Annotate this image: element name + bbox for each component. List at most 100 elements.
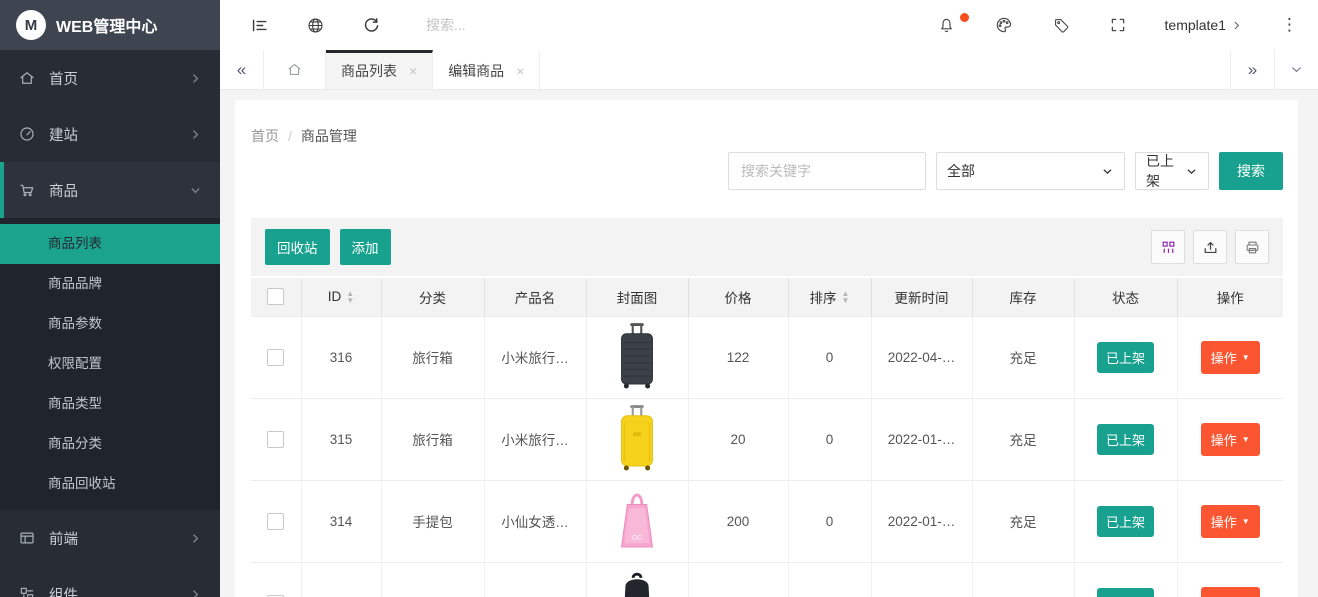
chevron-down-icon bbox=[1185, 165, 1198, 178]
search-button[interactable]: 搜索 bbox=[1219, 152, 1283, 190]
global-search-input[interactable] bbox=[426, 17, 646, 33]
cell-id: 313 bbox=[301, 562, 381, 597]
cell-product-name: 小背包 bbox=[484, 562, 586, 597]
caret-down-icon: ▼ bbox=[1242, 435, 1250, 444]
product-image bbox=[606, 320, 668, 392]
add-button[interactable]: 添加 bbox=[340, 229, 391, 265]
cell-updated: 2022-04-… bbox=[871, 316, 972, 398]
select-all-checkbox[interactable] bbox=[267, 288, 284, 305]
column-header-排序: 排序 ▲▼ bbox=[788, 278, 871, 316]
row-checkbox[interactable] bbox=[267, 349, 284, 366]
category-select[interactable]: 全部 bbox=[936, 152, 1125, 190]
template-switcher[interactable]: template1 bbox=[1165, 17, 1243, 33]
status-select[interactable]: 已上架 bbox=[1135, 152, 1209, 190]
keyword-search-input[interactable] bbox=[728, 152, 926, 190]
row-checkbox[interactable] bbox=[267, 513, 284, 530]
sidebar-item-label: 组件 bbox=[49, 584, 78, 597]
action-button[interactable]: 操作▼ bbox=[1201, 341, 1260, 374]
cell-stock: 充足 bbox=[972, 316, 1074, 398]
cell-sort: 0 bbox=[788, 562, 871, 597]
tab-编辑商品[interactable]: 编辑商品 × bbox=[433, 50, 540, 89]
column-header-库存: 库存 bbox=[972, 278, 1074, 316]
status-badge: 已上架 bbox=[1097, 424, 1154, 455]
cell-id: 315 bbox=[301, 398, 381, 480]
tabbar: « 商品列表× 编辑商品 × » bbox=[220, 50, 1318, 90]
action-button[interactable]: 操作▼ bbox=[1201, 505, 1260, 538]
cart-icon bbox=[18, 181, 36, 199]
kebab-icon[interactable]: ⋮ bbox=[1281, 15, 1298, 35]
sidebar-subitem-商品参数[interactable]: 商品参数 bbox=[0, 304, 220, 344]
collapse-icon[interactable] bbox=[242, 16, 276, 35]
product-image: CC bbox=[606, 484, 668, 556]
content-area: 首页 / 商品管理 全部 已上架 搜索 bbox=[220, 90, 1318, 597]
sidebar-subitem-商品分类[interactable]: 商品分类 bbox=[0, 424, 220, 464]
globe-icon[interactable] bbox=[298, 16, 332, 35]
status-badge: 已上架 bbox=[1097, 342, 1154, 373]
table-body: 316 旅行箱 小米旅行… 122 0 2022-04-… 充足 已上架 操作▼… bbox=[251, 316, 1283, 597]
product-image bbox=[606, 566, 668, 597]
column-label: 排序 bbox=[810, 287, 837, 307]
sidebar-subitem-商品品牌[interactable]: 商品品牌 bbox=[0, 264, 220, 304]
close-icon[interactable]: × bbox=[409, 63, 417, 79]
print-icon[interactable] bbox=[1235, 230, 1269, 264]
notifications-button[interactable] bbox=[937, 16, 956, 35]
status-badge: 已上架 bbox=[1097, 588, 1154, 597]
main-area: template1 ⋮ « 商品列表×编辑商品× » 首页 / 商品管理 bbox=[220, 0, 1318, 597]
tag-icon[interactable] bbox=[1052, 16, 1071, 35]
table-header-row: ID▲▼分类产品名封面图价格排序▲▼更新时间库存状态操作 bbox=[251, 278, 1283, 316]
sidebar: M WEB管理中心 首页建站商品商品列表商品品牌商品参数权限配置商品类型商品分类… bbox=[0, 0, 220, 597]
tabs-scroll-right-button[interactable]: » bbox=[1230, 50, 1274, 89]
action-button[interactable]: 操作▼ bbox=[1201, 423, 1260, 456]
column-header-inner: 更新时间 bbox=[895, 287, 949, 307]
tab-label: 编辑商品 bbox=[448, 61, 504, 81]
table-row: 314 手提包 小仙女透… CC 200 0 2022-01-… 充足 已上架 … bbox=[251, 480, 1283, 562]
sidebar-item-前端[interactable]: 前端 bbox=[0, 510, 220, 566]
sort-icon[interactable]: ▲▼ bbox=[842, 290, 850, 304]
row-checkbox[interactable] bbox=[267, 431, 284, 448]
close-icon[interactable]: × bbox=[516, 63, 524, 79]
sidebar-item-建站[interactable]: 建站 bbox=[0, 106, 220, 162]
cell-category: 手提包 bbox=[381, 480, 484, 562]
chevron-right-icon bbox=[189, 72, 202, 85]
column-header-操作: 操作 bbox=[1177, 278, 1283, 316]
sidebar-item-首页[interactable]: 首页 bbox=[0, 50, 220, 106]
recycle-bin-button[interactable]: 回收站 bbox=[265, 229, 330, 265]
column-label: 库存 bbox=[1010, 287, 1037, 307]
refresh-icon[interactable] bbox=[354, 16, 388, 35]
column-header-inner: 排序 ▲▼ bbox=[810, 287, 850, 307]
tabs-menu-button[interactable] bbox=[1274, 50, 1318, 89]
caret-down-icon: ▼ bbox=[1242, 353, 1250, 362]
app-window: M WEB管理中心 首页建站商品商品列表商品品牌商品参数权限配置商品类型商品分类… bbox=[0, 0, 1318, 597]
column-header-inner: 状态 bbox=[1112, 287, 1139, 307]
sidebar-subitem-商品回收站[interactable]: 商品回收站 bbox=[0, 464, 220, 504]
cell-stock: 充足 bbox=[972, 398, 1074, 480]
action-button[interactable]: 操作▼ bbox=[1201, 587, 1260, 597]
export-icon[interactable] bbox=[1193, 230, 1227, 264]
column-header-ID: ID▲▼ bbox=[301, 278, 381, 316]
sidebar-item-商品[interactable]: 商品 bbox=[0, 162, 220, 218]
page-card: 首页 / 商品管理 全部 已上架 搜索 bbox=[235, 100, 1298, 597]
breadcrumb-home[interactable]: 首页 bbox=[251, 126, 279, 146]
sidebar-subitem-商品类型[interactable]: 商品类型 bbox=[0, 384, 220, 424]
breadcrumb-current: 商品管理 bbox=[301, 126, 357, 146]
column-header-价格: 价格 bbox=[688, 278, 788, 316]
column-header-分类: 分类 bbox=[381, 278, 484, 316]
home-icon bbox=[18, 69, 36, 87]
filter-row: 全部 已上架 搜索 bbox=[251, 152, 1283, 190]
column-header-inner: 价格 bbox=[725, 287, 752, 307]
sidebar-subitem-权限配置[interactable]: 权限配置 bbox=[0, 344, 220, 384]
sidebar-subitem-商品列表[interactable]: 商品列表 bbox=[0, 224, 220, 264]
tab-商品列表[interactable]: 商品列表× bbox=[326, 50, 433, 89]
sort-icon[interactable]: ▲▼ bbox=[346, 290, 354, 304]
cell-product-name: 小米旅行… bbox=[484, 316, 586, 398]
columns-icon[interactable] bbox=[1151, 230, 1185, 264]
app-title: WEB管理中心 bbox=[56, 13, 157, 37]
tabs-scroll-left-button[interactable]: « bbox=[220, 50, 264, 89]
fullscreen-icon[interactable] bbox=[1109, 16, 1127, 34]
palette-icon[interactable] bbox=[994, 15, 1014, 35]
sidebar-item-组件[interactable]: 组件 bbox=[0, 566, 220, 597]
logo-mark: M bbox=[16, 10, 46, 40]
notification-dot bbox=[960, 13, 969, 22]
home-tab[interactable] bbox=[264, 50, 326, 89]
column-label: 分类 bbox=[419, 287, 446, 307]
